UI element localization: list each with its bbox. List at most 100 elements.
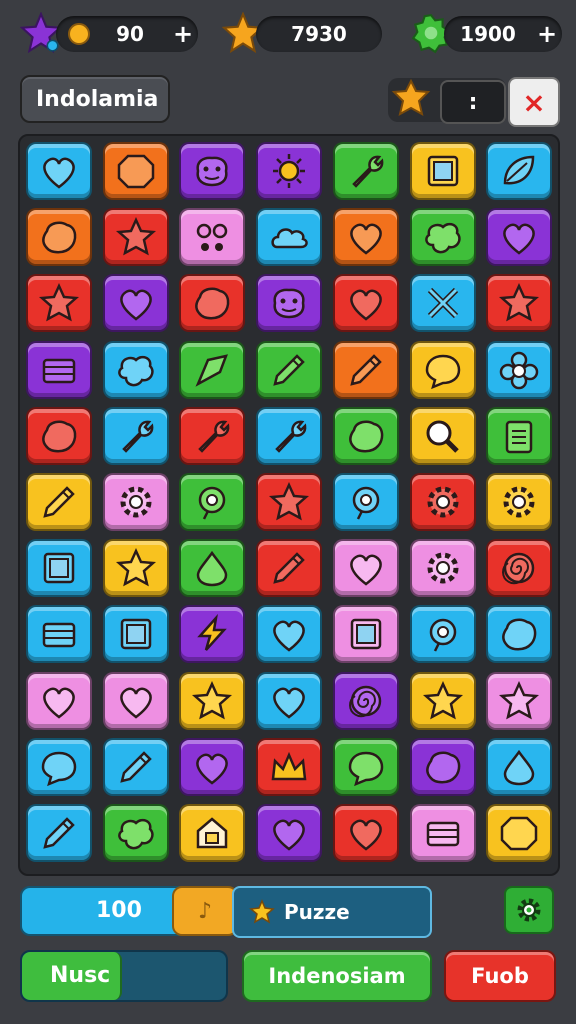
tile[interactable] — [332, 340, 399, 399]
tile[interactable] — [332, 605, 399, 664]
tile[interactable] — [256, 274, 323, 333]
tile[interactable] — [256, 208, 323, 267]
tile[interactable] — [332, 737, 399, 796]
tile[interactable] — [102, 208, 169, 267]
tile[interactable] — [409, 539, 476, 598]
tile[interactable] — [486, 671, 553, 730]
tile[interactable] — [332, 274, 399, 333]
tile[interactable] — [256, 406, 323, 465]
tile[interactable] — [26, 671, 92, 730]
tile[interactable] — [26, 406, 92, 465]
tile[interactable] — [102, 737, 169, 796]
tile[interactable] — [256, 340, 323, 399]
tile[interactable] — [256, 737, 323, 796]
tile[interactable] — [256, 142, 323, 200]
tile[interactable] — [409, 274, 476, 333]
tile[interactable] — [26, 142, 92, 200]
crayon-icon — [43, 486, 75, 518]
tile[interactable] — [179, 208, 246, 267]
tile[interactable] — [179, 406, 246, 465]
tile[interactable] — [179, 605, 246, 664]
drop-icon — [197, 551, 228, 587]
gems-counter: 1900 + — [444, 16, 562, 52]
tile[interactable] — [486, 274, 553, 333]
tile[interactable] — [332, 671, 399, 730]
tile[interactable] — [409, 671, 476, 730]
tile[interactable] — [409, 406, 476, 465]
tile[interactable] — [102, 804, 169, 862]
tile[interactable] — [256, 671, 323, 730]
tile[interactable] — [102, 406, 169, 465]
tile[interactable] — [409, 605, 476, 664]
tile[interactable] — [26, 605, 92, 664]
tile[interactable] — [409, 737, 476, 796]
tile[interactable] — [26, 340, 92, 399]
tile[interactable] — [179, 142, 246, 200]
tile[interactable] — [332, 208, 399, 267]
tile[interactable] — [486, 473, 553, 531]
tile[interactable] — [486, 539, 553, 598]
tile[interactable] — [256, 473, 323, 531]
pause-label: : — [468, 89, 478, 115]
tile[interactable] — [486, 208, 553, 267]
tile[interactable] — [486, 406, 553, 465]
blob-icon — [425, 751, 460, 784]
tile[interactable] — [102, 340, 169, 399]
settings-button[interactable] — [504, 886, 554, 934]
tile[interactable] — [179, 737, 246, 796]
tile[interactable] — [332, 473, 399, 531]
tile[interactable] — [409, 473, 476, 531]
tile[interactable] — [486, 605, 553, 664]
tile[interactable] — [102, 539, 169, 598]
tile[interactable] — [102, 605, 169, 664]
tile[interactable] — [179, 274, 246, 333]
tile[interactable] — [486, 737, 553, 796]
tile[interactable] — [256, 539, 323, 598]
gear-icon — [517, 898, 541, 922]
tile[interactable] — [256, 605, 323, 664]
close-button[interactable]: × — [508, 77, 560, 127]
tile[interactable] — [179, 473, 246, 531]
tile[interactable] — [179, 804, 246, 862]
tile[interactable] — [102, 142, 169, 200]
octagon-icon — [117, 154, 154, 189]
gear-icon — [503, 486, 535, 518]
tile[interactable] — [332, 804, 399, 862]
level-title-button[interactable]: Indolamia — [20, 75, 170, 123]
tile[interactable] — [26, 208, 92, 267]
tile[interactable] — [102, 473, 169, 531]
blob-icon — [348, 420, 384, 453]
add-coins-button[interactable]: + — [168, 20, 198, 48]
tile[interactable] — [26, 539, 92, 598]
tile[interactable] — [332, 142, 399, 200]
tile[interactable] — [102, 671, 169, 730]
gear-icon — [427, 486, 458, 518]
tile[interactable] — [26, 274, 92, 333]
tile[interactable] — [486, 340, 553, 399]
tile[interactable] — [486, 804, 553, 862]
tile[interactable] — [409, 208, 476, 267]
tile[interactable] — [409, 804, 476, 862]
add-gems-button[interactable]: + — [532, 20, 562, 48]
music-tag[interactable]: ♪ — [172, 886, 238, 936]
tile[interactable] — [486, 142, 553, 200]
tile[interactable] — [26, 737, 92, 796]
tile[interactable] — [256, 804, 323, 862]
tile[interactable] — [102, 274, 169, 333]
progress-label: Nusc — [50, 963, 111, 988]
tile[interactable] — [26, 473, 92, 531]
close-label: × — [522, 85, 546, 119]
tile[interactable] — [26, 804, 92, 862]
fuob-button[interactable]: Fuob — [444, 950, 556, 1002]
tile[interactable] — [332, 539, 399, 598]
tile[interactable] — [409, 340, 476, 399]
indenosiam-button[interactable]: Indenosiam — [242, 950, 432, 1002]
tile[interactable] — [179, 671, 246, 730]
tile[interactable] — [332, 406, 399, 465]
pause-button[interactable]: : — [440, 80, 506, 124]
tile[interactable] — [179, 539, 246, 598]
puzzle-button[interactable]: Puzze — [232, 886, 432, 938]
heart-icon — [119, 687, 152, 719]
tile[interactable] — [179, 340, 246, 399]
tile[interactable] — [409, 142, 476, 200]
